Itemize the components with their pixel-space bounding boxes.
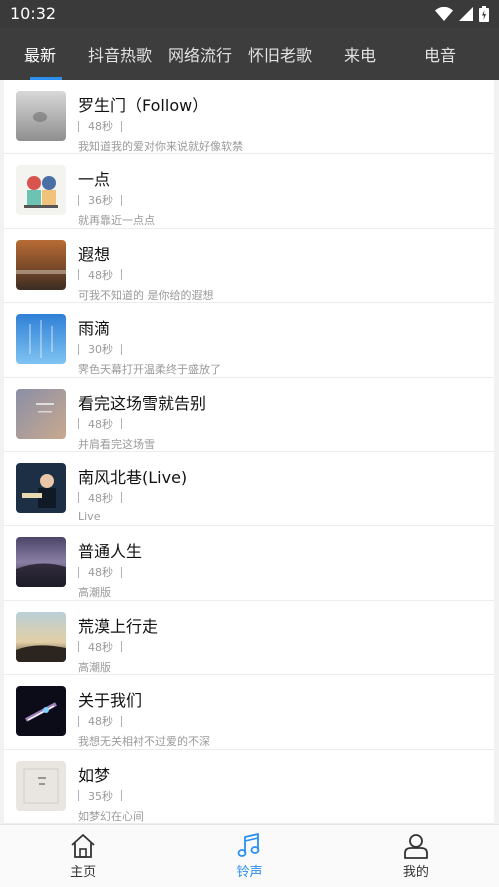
song-item[interactable]: 关于我们 48秒 我想无关相衬不过爱的不深 (4, 675, 494, 750)
song-item[interactable]: 罗生门（Follow） 48秒 我知道我的爱对你来说就好像软禁 (4, 80, 494, 155)
album-cover (16, 388, 66, 439)
song-lyric: 可我不知道的 是你给的遐想 (78, 288, 214, 302)
album-cover (16, 239, 66, 290)
home-icon (69, 833, 97, 861)
song-lyric: 高潮版 (78, 660, 111, 674)
album-cover (16, 537, 66, 588)
song-lyric: 我知道我的爱对你来说就好像软禁 (78, 140, 243, 153)
song-duration: 48秒 (88, 417, 113, 431)
signal-icon (459, 7, 473, 21)
song-lyric: 并肩看完这场雪 (78, 437, 155, 451)
album-cover (16, 165, 66, 216)
song-meta: 35秒 (78, 788, 122, 804)
nav-profile-label: 我的 (402, 865, 429, 880)
song-item[interactable]: 如梦 35秒 如梦幻在心间 (4, 750, 494, 824)
song-duration: 35秒 (88, 789, 113, 803)
song-lyric: 霁色天幕打开温柔终于盛放了 (78, 363, 221, 377)
song-meta: 36秒 (78, 192, 122, 208)
tab-oldies[interactable]: 怀旧老歌 (240, 28, 320, 80)
song-meta: 48秒 (78, 564, 122, 580)
nav-ringtones-label: 铃声 (236, 865, 263, 880)
song-title: 关于我们 (78, 691, 143, 711)
song-item[interactable]: 一点 36秒 就再靠近一点点 (4, 154, 494, 229)
nav-home[interactable]: 主页 (0, 825, 166, 887)
album-cover (16, 760, 66, 811)
song-lyric: 就再靠近一点点 (78, 214, 155, 228)
song-duration: 36秒 (88, 194, 113, 208)
nav-ringtones[interactable]: 铃声 (166, 825, 332, 887)
song-item[interactable]: 普通人生 48秒 高潮版 (4, 526, 494, 601)
song-duration: 48秒 (88, 120, 113, 133)
battery-icon (479, 6, 489, 22)
user-icon (402, 833, 430, 861)
album-cover (16, 462, 66, 513)
music-note-icon (235, 833, 263, 861)
song-title: 普通人生 (78, 542, 143, 562)
song-lyric: 高潮版 (78, 586, 111, 600)
tab-douyin-hits[interactable]: 抖音热歌 (80, 28, 160, 80)
song-lyric: Live (78, 509, 101, 523)
album-cover (16, 611, 66, 662)
song-meta: 48秒 (78, 267, 122, 283)
song-meta: 30秒 (78, 341, 122, 357)
song-duration: 48秒 (88, 566, 113, 580)
tab-latest[interactable]: 最新 (0, 28, 80, 80)
song-duration: 48秒 (88, 491, 113, 505)
song-meta: 48秒 (78, 118, 122, 134)
song-title: 遐想 (78, 244, 111, 264)
wifi-icon (435, 7, 453, 21)
nav-profile[interactable]: 我的 (333, 825, 499, 887)
song-duration: 48秒 (88, 640, 113, 654)
album-cover (16, 91, 66, 141)
song-item[interactable]: 荒漠上行走 48秒 高潮版 (4, 601, 494, 676)
song-title: 雨滴 (78, 319, 111, 339)
album-cover (16, 314, 66, 365)
bottom-navigation: 主页 铃声 我的 (0, 824, 499, 887)
song-meta: 48秒 (78, 490, 122, 506)
category-tabs: 最新 抖音热歌 网络流行 怀旧老歌 来电 电音 (0, 28, 499, 80)
song-item[interactable]: 南风北巷(Live) 48秒 Live (4, 452, 494, 527)
song-title: 罗生门（Follow） (78, 96, 209, 115)
song-title: 如梦 (78, 765, 111, 785)
song-item[interactable]: 遐想 48秒 可我不知道的 是你给的遐想 (4, 229, 494, 304)
song-title: 荒漠上行走 (78, 616, 159, 636)
song-item[interactable]: 看完这场雪就告别 48秒 并肩看完这场雪 (4, 378, 494, 452)
song-lyric: 我想无关相衬不过爱的不深 (78, 735, 210, 749)
song-lyric: 如梦幻在心间 (78, 809, 144, 823)
song-duration: 48秒 (88, 268, 113, 282)
status-time: 10:32 (10, 4, 57, 23)
song-title: 南风北巷(Live) (78, 467, 188, 487)
song-meta: 48秒 (78, 639, 122, 655)
tab-internet-popular[interactable]: 网络流行 (160, 28, 240, 80)
tab-ringtone-calls[interactable]: 来电 (320, 28, 400, 80)
song-list: 罗生门（Follow） 48秒 我知道我的爱对你来说就好像软禁 一点 36秒 就… (4, 80, 494, 824)
song-title: 看完这场雪就告别 (78, 393, 207, 413)
tab-electronic[interactable]: 电音 (400, 28, 480, 80)
nav-home-label: 主页 (70, 865, 97, 880)
song-duration: 48秒 (88, 715, 113, 729)
system-icons (435, 5, 489, 23)
song-meta: 48秒 (78, 416, 122, 432)
status-bar: 10:32 (0, 0, 499, 28)
song-meta: 48秒 (78, 713, 122, 729)
song-title: 一点 (78, 170, 111, 190)
album-cover (16, 686, 66, 737)
song-item[interactable]: 雨滴 30秒 霁色天幕打开温柔终于盛放了 (4, 303, 494, 378)
song-duration: 30秒 (88, 343, 113, 357)
